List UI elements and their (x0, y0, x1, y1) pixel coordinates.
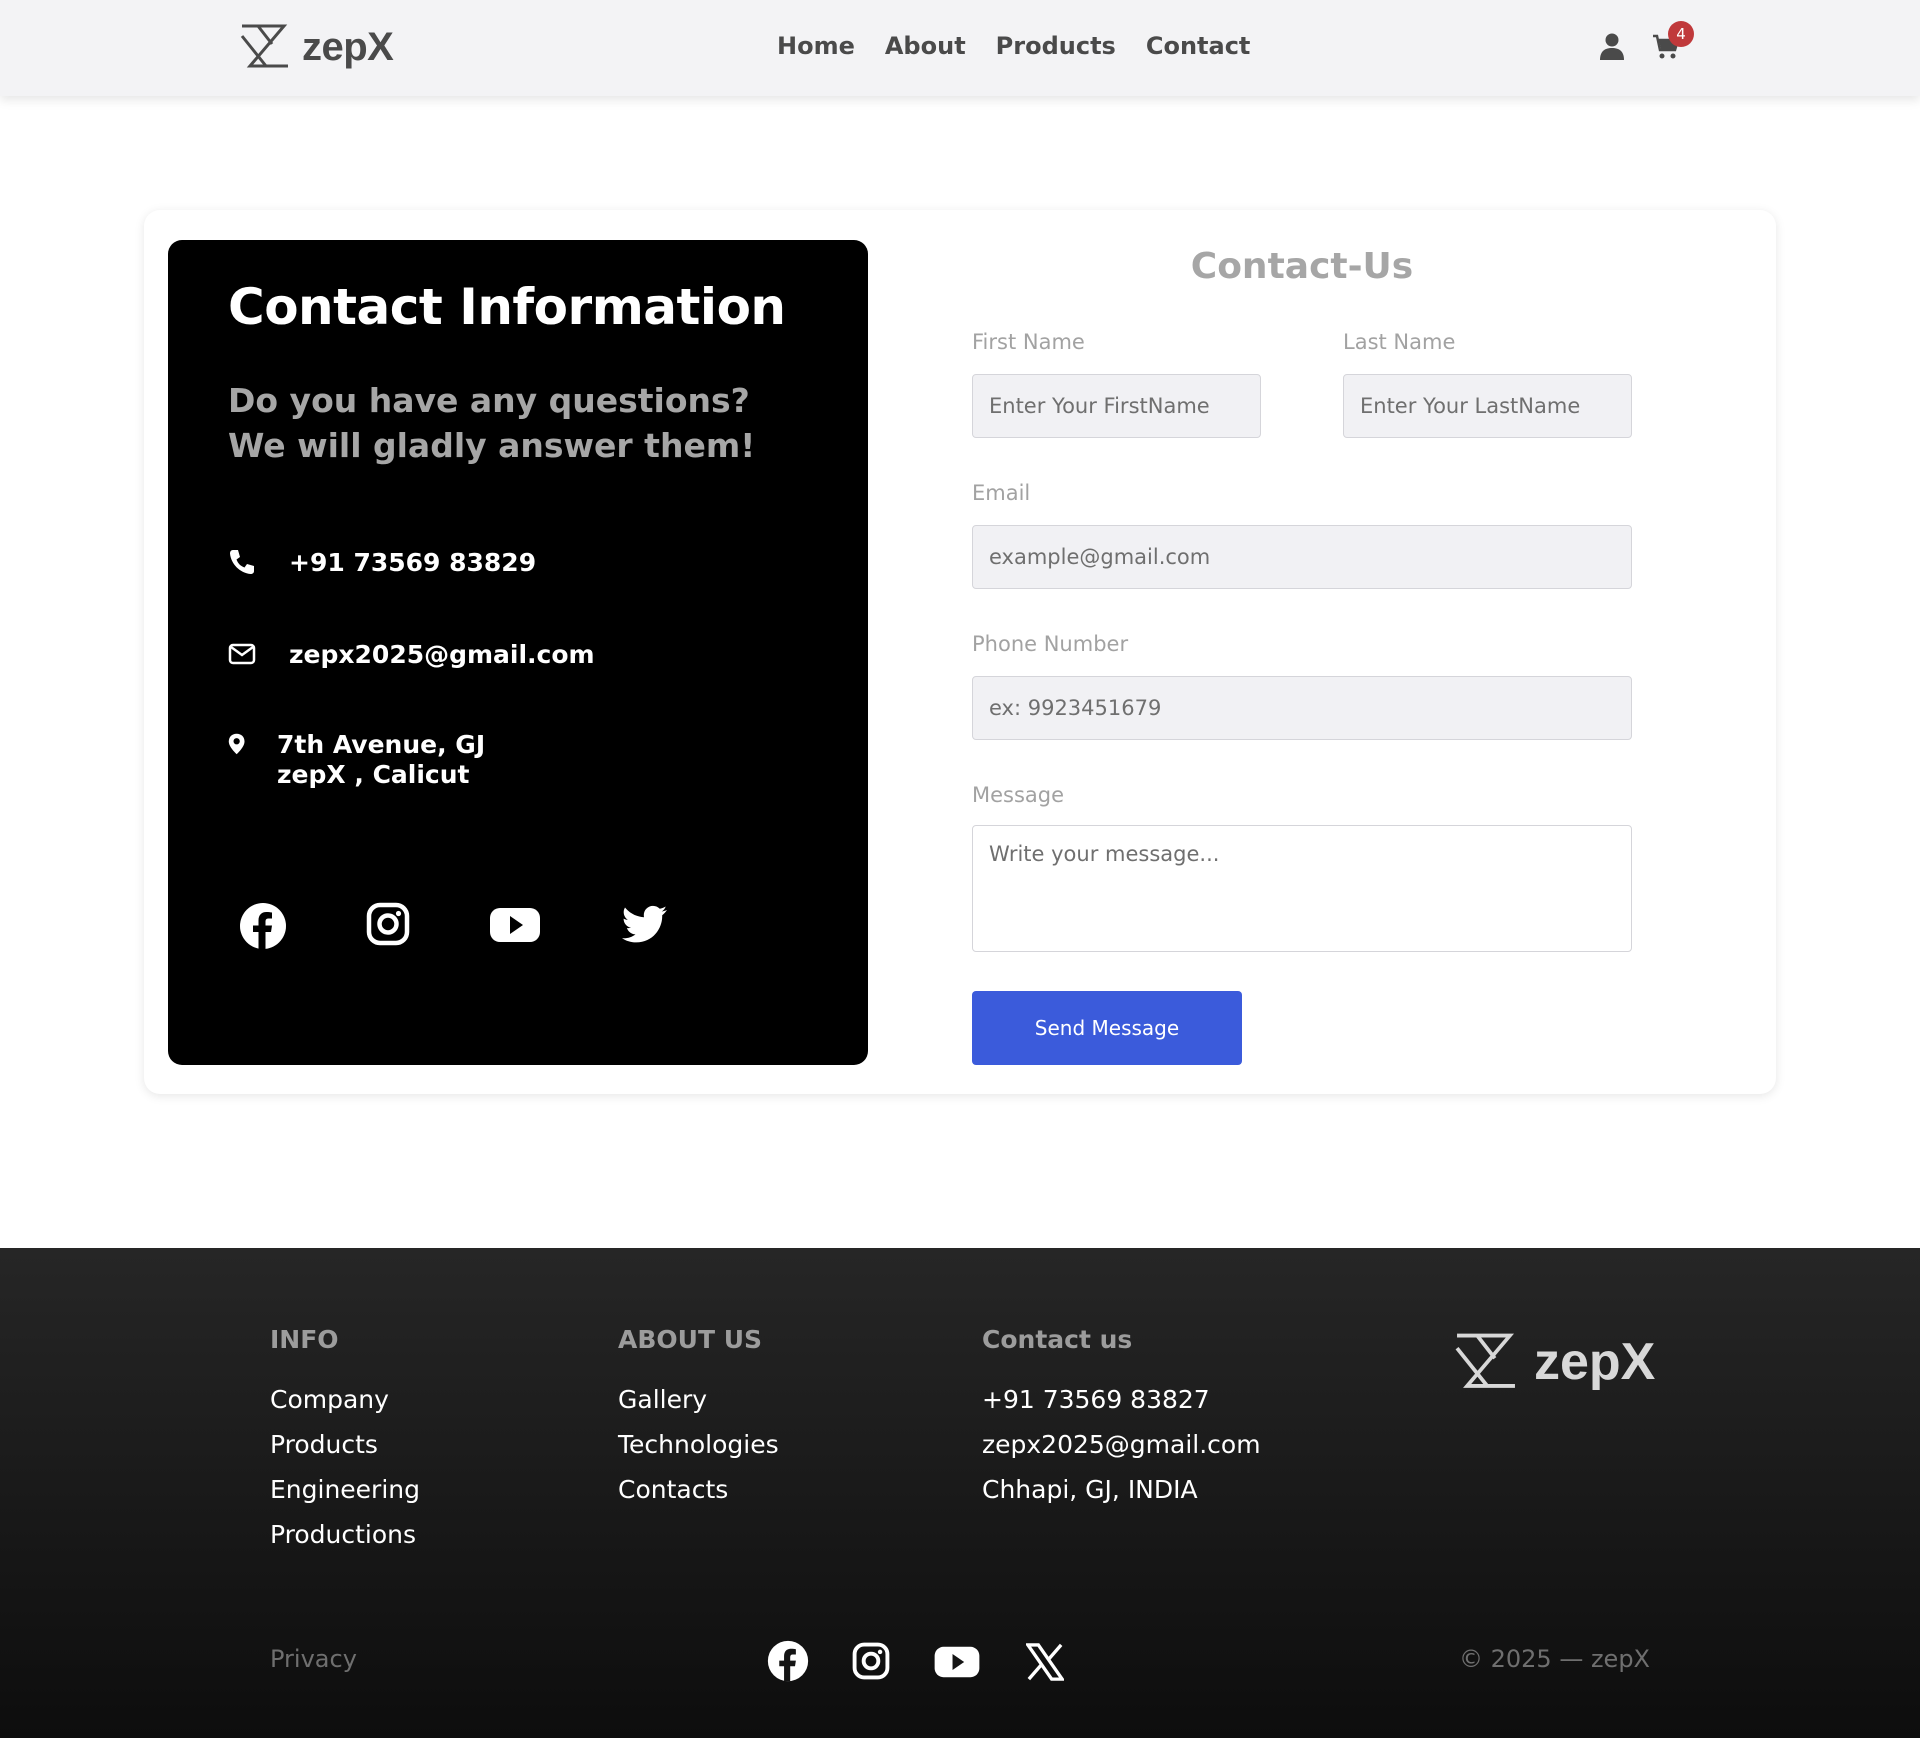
footer-link-technologies[interactable]: Technologies (618, 1430, 779, 1459)
youtube-icon[interactable] (490, 906, 540, 944)
email-label: Email (972, 481, 1031, 505)
footer-address: Chhapi, GJ, INDIA (982, 1475, 1198, 1504)
address-line-2: zepX , Calicut (277, 760, 470, 789)
message-label: Message (972, 783, 1065, 807)
info-phone-row: +91 73569 83829 (228, 548, 536, 578)
address-line-1: 7th Avenue, GJ (277, 730, 486, 759)
phone-input[interactable] (972, 676, 1632, 740)
info-address-row: 7th Avenue, GJ zepX , Calicut (228, 730, 485, 790)
subtitle-line-1: Do you have any questions? (228, 381, 750, 420)
footer-link-gallery[interactable]: Gallery (618, 1385, 707, 1414)
brand-logo[interactable]: zepX (238, 22, 394, 72)
first-name-label: First Name (972, 330, 1085, 354)
contact-info-subtitle: Do you have any questions? We will gladl… (228, 378, 788, 468)
zepx-logo-icon (1455, 1333, 1515, 1388)
info-email[interactable]: zepx2025@gmail.com (289, 640, 595, 670)
nav-contact[interactable]: Contact (1146, 32, 1251, 60)
first-name-input[interactable] (972, 374, 1261, 438)
footer-link-company[interactable]: Company (270, 1385, 389, 1414)
copyright-text: © 2025 — zepX (1458, 1645, 1650, 1673)
contact-info-title: Contact Information (228, 278, 786, 336)
facebook-icon[interactable] (239, 902, 287, 950)
nav-products[interactable]: Products (996, 32, 1116, 60)
info-address: 7th Avenue, GJ zepX , Calicut (277, 730, 485, 790)
message-textarea[interactable] (972, 825, 1632, 952)
site-header: zepX Home About Products Contact 4 (0, 0, 1920, 96)
info-phone[interactable]: +91 73569 83829 (289, 548, 536, 578)
footer-link-products[interactable]: Products (270, 1430, 378, 1459)
main-nav: Home About Products Contact (777, 32, 1250, 60)
last-name-label: Last Name (1343, 330, 1456, 354)
zepx-logo-icon (240, 24, 288, 68)
footer-x-icon[interactable] (1026, 1643, 1064, 1681)
form-title: Contact-Us (1190, 246, 1414, 287)
subtitle-line-2: We will gladly answer them! (228, 426, 756, 465)
privacy-link[interactable]: Privacy (270, 1645, 357, 1673)
location-pin-icon (228, 733, 245, 755)
footer-brand-logo[interactable]: zepX (1452, 1330, 1655, 1394)
footer-phone[interactable]: +91 73569 83827 (982, 1385, 1210, 1414)
cart-count-badge: 4 (1668, 21, 1694, 47)
footer-link-productions[interactable]: Productions (270, 1520, 416, 1549)
footer-facebook-icon[interactable] (767, 1640, 809, 1682)
envelope-icon (228, 643, 256, 665)
brand-name: zepX (302, 24, 394, 69)
footer-email[interactable]: zepx2025@gmail.com (982, 1430, 1261, 1459)
footer-youtube-icon[interactable] (934, 1645, 980, 1679)
footer-info-title: INFO (270, 1325, 339, 1354)
info-email-row: zepx2025@gmail.com (228, 640, 595, 670)
footer-link-engineering[interactable]: Engineering (270, 1475, 420, 1504)
instagram-icon[interactable] (366, 902, 410, 946)
phone-label: Phone Number (972, 632, 1129, 656)
footer-contact-title: Contact us (982, 1325, 1133, 1354)
nav-home[interactable]: Home (777, 32, 855, 60)
nav-about[interactable]: About (885, 32, 966, 60)
footer-instagram-icon[interactable] (852, 1642, 890, 1680)
footer-about-title: ABOUT US (618, 1325, 763, 1354)
phone-icon (230, 550, 254, 574)
footer-link-contacts[interactable]: Contacts (618, 1475, 728, 1504)
email-input[interactable] (972, 525, 1632, 589)
user-icon[interactable] (1599, 33, 1625, 61)
send-message-button[interactable]: Send Message (972, 991, 1242, 1065)
footer-brand-name: zepX (1534, 1333, 1656, 1391)
last-name-input[interactable] (1343, 374, 1632, 438)
twitter-icon[interactable] (622, 905, 668, 945)
